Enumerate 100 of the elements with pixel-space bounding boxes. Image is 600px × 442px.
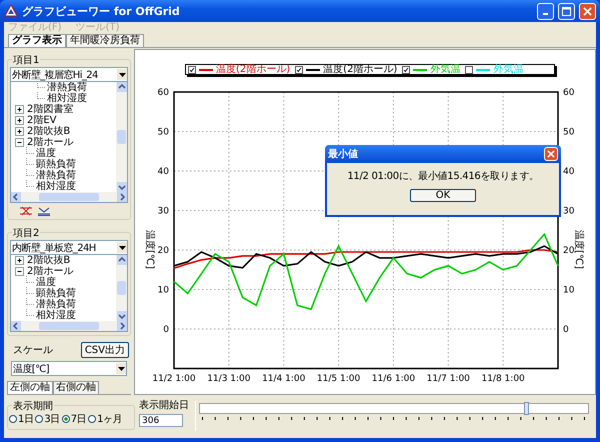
radio-button[interactable] [88,415,96,423]
caret-icon [118,366,124,370]
collapse-icon[interactable] [15,138,24,147]
axis-tick-label: 50 [158,128,169,138]
axis-tick-label: 11/7 1:00 [426,374,470,384]
axis-tick-label: 50 [563,128,574,138]
radio-option[interactable]: 7日 [62,412,86,426]
scrollbar[interactable] [11,321,127,331]
tab[interactable]: 左側の軸 [7,381,53,394]
scrollbar[interactable] [116,255,127,321]
window-title: グラフビューワー for OffGrid [22,4,181,18]
caret-icon [118,72,126,76]
legend-label: 温度(2階ホール) [216,64,290,74]
scrollbar-thumb[interactable] [39,322,99,330]
scrollbar-thumb[interactable] [39,193,99,201]
tab[interactable]: 年間暖冷房負荷 [66,34,144,47]
expand-icon[interactable] [15,105,24,114]
tree-item[interactable]: 温度 [36,277,56,288]
checkbox[interactable] [188,66,196,74]
tree-item[interactable]: 2階吹抜B [27,255,70,266]
collapse-icon[interactable] [15,267,24,276]
tab[interactable]: 右側の軸 [53,381,99,394]
axis-tick-label: 20 [158,246,169,256]
axis-tick-label: 11/4 1:00 [262,374,306,384]
tree-item[interactable]: 2階図書室 [27,104,74,115]
chart-icon[interactable] [20,206,32,216]
axis-tick-label: 0 [563,325,569,335]
tree-item[interactable]: 2階吹抜B [27,126,70,137]
group-title: 項目1 [12,53,40,67]
scrollbar[interactable] [116,82,127,192]
arrow-icon[interactable] [11,192,21,202]
axis-tick-label: 11/8 1:00 [482,374,525,384]
arrow-icon[interactable] [11,321,21,331]
group-title: 項目2 [12,226,40,240]
axis-tick-label: 60 [158,88,169,98]
tree-item[interactable]: 潜熱負荷 [36,299,76,310]
scrollbar[interactable] [11,192,127,202]
checkbox[interactable] [295,66,304,74]
tree-item[interactable]: 顕熱負荷 [36,159,76,170]
close-button[interactable] [579,2,596,20]
dialog-message: 11/2 01:00に、最小値15.416を取ります。 [347,171,539,183]
maximize-icon [562,6,571,16]
tree-item[interactable]: 相対湿度 [47,93,87,104]
radio-option[interactable]: 1ヶ月 [88,412,122,426]
axis-tick-label: 11/6 1:00 [372,374,416,384]
slider-track[interactable] [199,403,589,414]
arrow-icon[interactable] [117,192,127,202]
ok-button[interactable]: OK [410,189,476,202]
dialog-title: 最小値 [328,148,358,161]
tree-item[interactable]: 温度 [36,148,56,159]
checkbox[interactable] [465,66,474,74]
axis-title: 温度[℃] [144,230,155,270]
arrow-icon[interactable] [116,82,126,92]
minimize-button[interactable] [537,2,554,20]
axis-tick-label: 30 [158,206,169,216]
axis-tick-label: 11/2 1:00 [152,374,196,384]
expand-icon[interactable] [15,256,24,265]
radio-button[interactable] [35,415,44,423]
maximize-button[interactable] [558,2,575,20]
tree-item[interactable]: 潜熱負荷 [47,82,87,93]
slider-thumb[interactable] [524,402,529,415]
tree-item[interactable]: 2階ホール [27,266,74,277]
arrow-icon[interactable] [117,321,127,331]
tree-item[interactable]: 2階EV [27,115,57,126]
tree-item[interactable]: 相対湿度 [36,310,76,321]
legend-label: 外気温 [430,64,460,74]
tree-item[interactable]: 潜熱負荷 [36,170,76,181]
radio-button[interactable] [9,415,17,423]
group-title: 表示期間 [12,399,54,413]
start-day-field[interactable]: 306 [139,414,183,427]
tree-item[interactable]: 2階ホール [27,137,74,148]
axis-title: 温度[℃] [573,230,584,270]
tree-item[interactable]: 顕熱負荷 [36,288,76,299]
item-dropdown[interactable]: 内断壁_単板窓_24H [10,240,128,255]
app-logo-icon [4,4,18,18]
scrollbar-thumb[interactable] [117,281,126,295]
arrow-icon[interactable] [116,182,126,192]
close-button[interactable] [544,147,558,161]
axis-tick-label: 11/5 1:00 [316,374,360,384]
tab[interactable]: グラフ表示 [8,34,66,47]
item-dropdown[interactable]: 外断壁_複層窓Hi_24 [10,67,128,82]
checkbox[interactable] [402,66,410,74]
caret-icon [118,246,126,250]
axis-tick-label: 40 [158,167,169,177]
csv-export-button[interactable]: CSV出力 [80,342,129,358]
axis-tick-label: 60 [563,88,574,98]
radio-button[interactable] [62,415,70,423]
scale-label: スケール [13,344,53,357]
scrollbar-thumb[interactable] [117,130,126,144]
expand-icon[interactable] [15,116,24,125]
axis-tick-label: 40 [563,167,574,177]
chart-icon[interactable] [38,206,50,216]
legend-label: 外気温 [493,64,524,74]
radio-option[interactable]: 1日 [9,412,34,426]
expand-icon[interactable] [15,127,24,136]
arrow-icon[interactable] [116,311,126,321]
tree-item[interactable]: 相対湿度 [36,181,76,192]
radio-option[interactable]: 3日 [35,412,60,426]
arrow-icon[interactable] [116,255,126,265]
scale-dropdown[interactable]: 温度[℃] [11,361,127,376]
